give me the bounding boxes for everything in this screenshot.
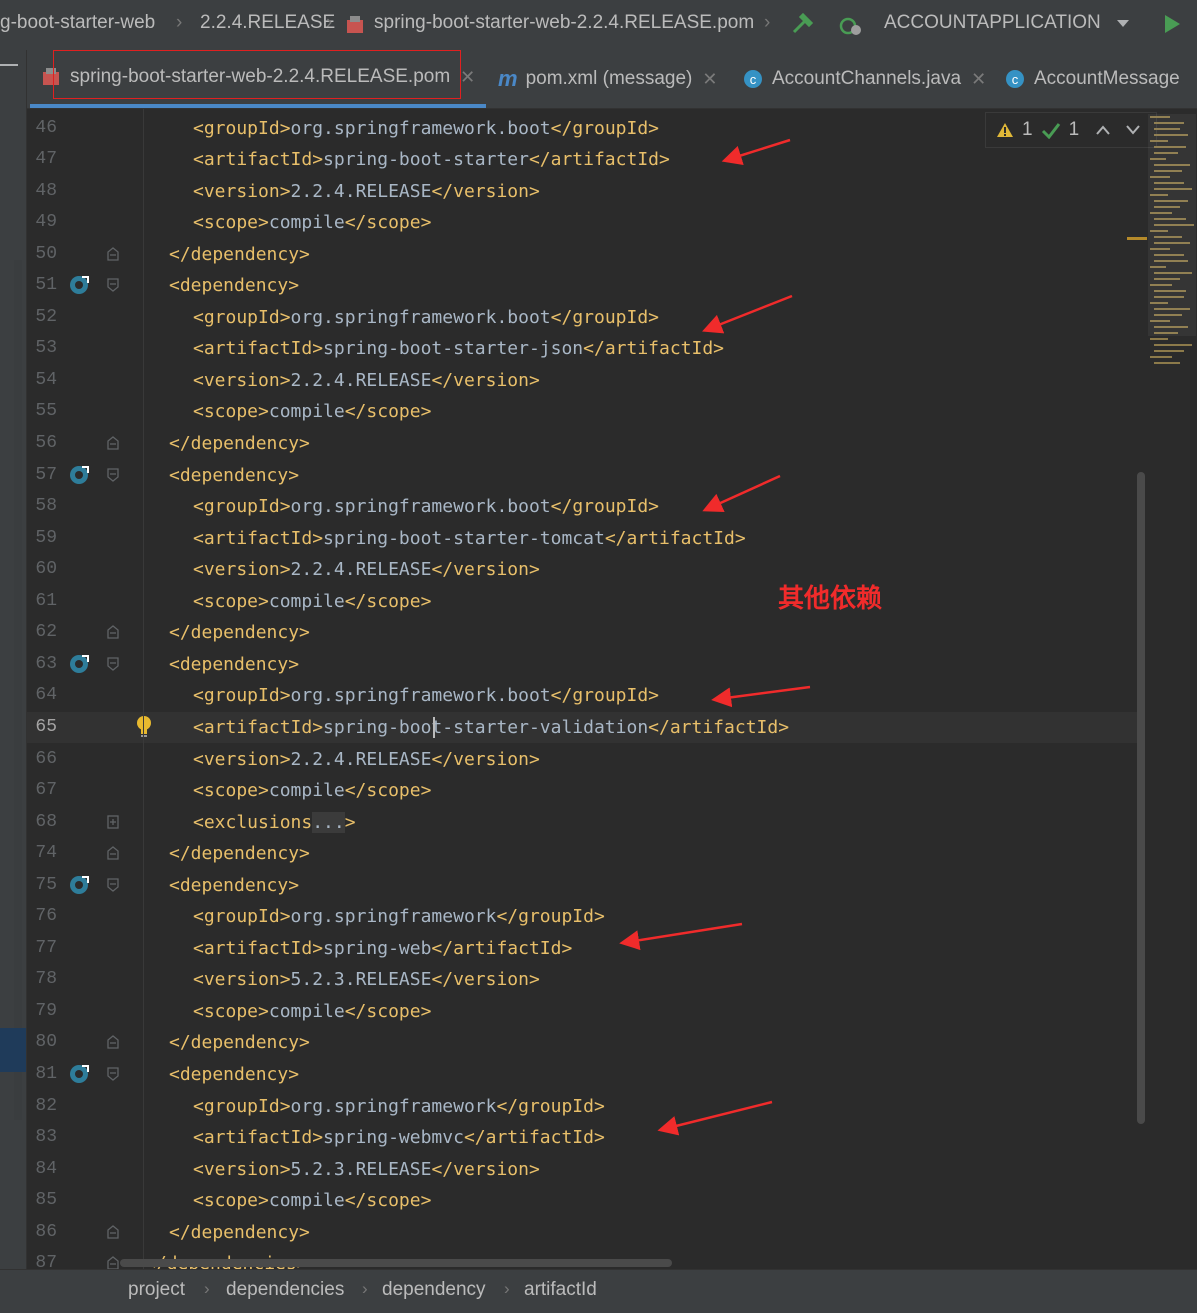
chevron-right-icon: › [362,1279,368,1298]
crumb-project[interactable]: project [128,1279,185,1301]
chevron-right-icon: › [504,1279,510,1298]
annotation-arrows [619,138,811,1136]
chevron-right-icon: › [204,1279,210,1298]
crumb-dependency[interactable]: dependency [382,1279,486,1301]
structure-breadcrumb: project › dependencies › dependency › ar… [0,1269,1197,1313]
annotation-text: 其他依赖 [778,584,883,614]
crumb-artifactid[interactable]: artifactId [524,1279,597,1301]
crumb-dependencies[interactable]: dependencies [226,1279,344,1301]
